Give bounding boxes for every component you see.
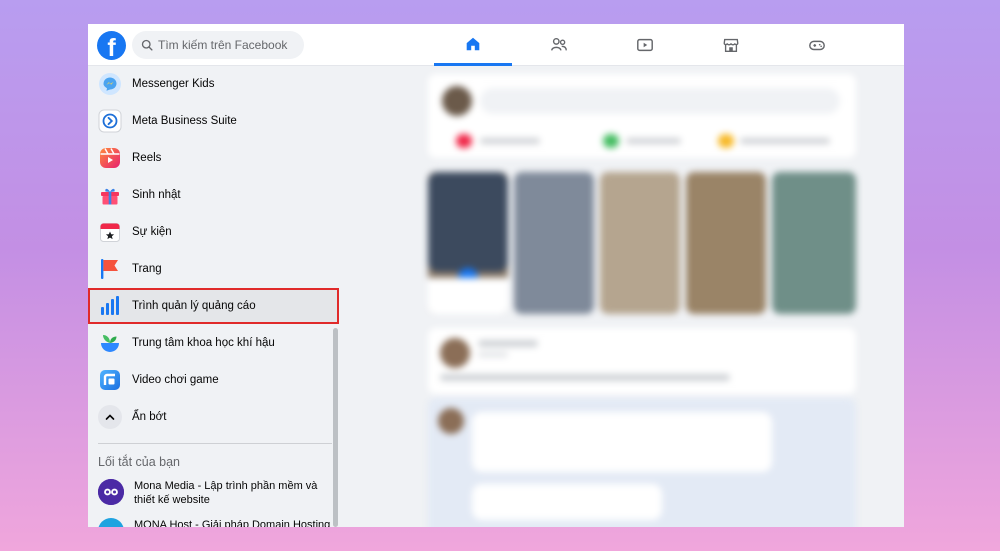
gaming-icon [809, 40, 825, 51]
gaming-video-icon [98, 368, 122, 392]
sidebar-item-see-less[interactable]: Ẩn bớt [94, 399, 330, 435]
climate-science-icon [98, 331, 122, 355]
sidebar-item-label: Sinh nhật [132, 189, 181, 201]
shortcuts-heading: Lối tắt của bạn [98, 455, 181, 469]
news-feed-blurred [428, 66, 856, 527]
calendar-icon [98, 220, 122, 244]
search-icon [141, 39, 153, 51]
birthday-gift-icon [98, 183, 122, 207]
watch-icon [637, 38, 653, 52]
facebook-logo-icon[interactable]: f [97, 31, 126, 60]
tab-watch[interactable] [606, 24, 684, 66]
sidebar-item-messenger-kids[interactable]: Messenger Kids [94, 66, 330, 102]
sidebar-scrollbar[interactable] [333, 328, 338, 527]
story-card [428, 172, 508, 314]
tab-friends[interactable] [520, 24, 598, 66]
chat-card [428, 398, 856, 527]
mona-media-avatar [98, 479, 124, 505]
sidebar-item-birthdays[interactable]: Sinh nhật [94, 177, 330, 213]
sidebar-item-reels[interactable]: Reels [94, 140, 330, 176]
shortcut-label-line1: MONA Host - Giải pháp Domain Hosting [134, 519, 331, 527]
post-card [428, 328, 856, 394]
mona-host-avatar [98, 518, 124, 527]
search-input[interactable] [158, 38, 298, 52]
top-navigation-bar: f [88, 24, 904, 66]
composer-card [428, 74, 856, 158]
sidebar-item-pages[interactable]: Trang [94, 251, 330, 287]
tab-marketplace[interactable] [692, 24, 770, 66]
sidebar-item-meta-business-suite[interactable]: Meta Business Suite [94, 103, 330, 139]
shortcut-label-line2: thiết kế website [134, 494, 210, 506]
shortcut-mona-media[interactable]: Mona Media - Lập trình phần mềm và thiết… [94, 479, 334, 507]
facebook-window: f Tìm kiếm trên Facebook Messenger Kids … [88, 24, 904, 527]
business-suite-icon [98, 109, 122, 133]
home-icon [466, 37, 480, 50]
sidebar-item-climate-science[interactable]: Trung tâm khoa học khí hậu [94, 325, 330, 361]
sidebar-item-label: Trình quản lý quảng cáo [132, 300, 256, 312]
shortcut-label-line1: Mona Media - Lập trình phần mềm và [134, 480, 318, 492]
tab-gaming[interactable] [778, 24, 856, 66]
ads-manager-bar-chart-icon [98, 294, 122, 318]
messenger-kids-icon [98, 72, 122, 96]
story-card [686, 172, 766, 314]
sidebar-item-label: Video chơi game [132, 374, 219, 386]
flag-icon [98, 257, 122, 281]
sidebar-item-label: Sự kiện [132, 226, 172, 238]
sidebar-item-events[interactable]: Sự kiện [94, 214, 330, 250]
marketplace-icon [723, 38, 739, 52]
sidebar-item-ads-manager[interactable]: Trình quản lý quảng cáo [88, 288, 339, 324]
search-box[interactable] [132, 31, 304, 59]
chevron-up-icon [98, 405, 122, 429]
sidebar-item-label: Ẩn bớt [132, 411, 167, 423]
sidebar-item-gaming-video[interactable]: Video chơi game [94, 362, 330, 398]
sidebar-item-label: Trang [132, 263, 162, 275]
friends-icon [551, 37, 567, 51]
story-card [772, 172, 856, 314]
story-card [514, 172, 594, 314]
shortcut-mona-host[interactable]: MONA Host - Giải pháp Domain Hosting [94, 518, 334, 527]
tab-home[interactable] [434, 24, 512, 66]
sidebar-item-label: Trung tâm khoa học khí hậu [132, 337, 275, 349]
sidebar-divider [98, 443, 332, 444]
story-card [600, 172, 680, 314]
left-sidebar: Messenger Kids Meta Business Suite Reels… [88, 66, 340, 527]
sidebar-item-label: Messenger Kids [132, 78, 215, 90]
sidebar-item-label: Meta Business Suite [132, 115, 237, 127]
reels-icon [98, 146, 122, 170]
sidebar-item-label: Reels [132, 152, 162, 164]
